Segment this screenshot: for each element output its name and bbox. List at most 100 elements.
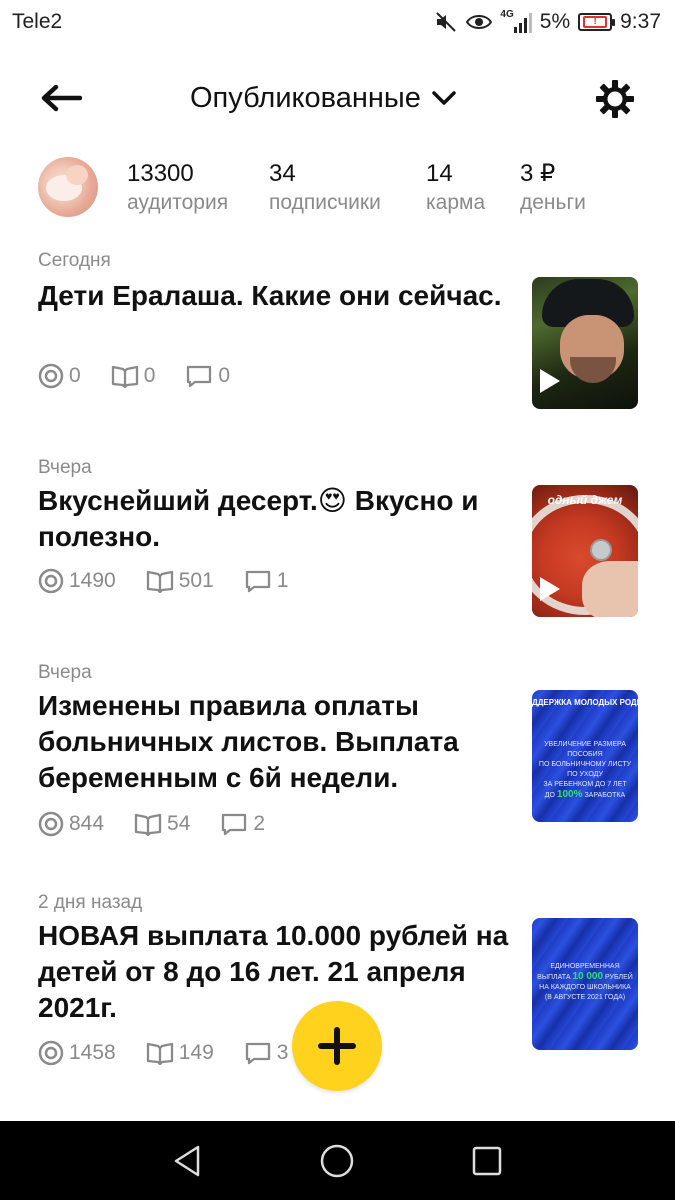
views-count: 0 xyxy=(69,364,81,387)
post-title: НОВАЯ выплата 10.000 рублей на детей от … xyxy=(38,920,509,1023)
post-date: 2 дня назад xyxy=(38,892,143,913)
comments-count: 0 xyxy=(218,364,231,387)
comment-icon xyxy=(245,570,270,593)
views-metric: 1458 xyxy=(38,1040,116,1066)
post-metrics: 844 54 2 xyxy=(38,810,295,838)
stat-subscribers[interactable]: 34 подписчики xyxy=(269,159,381,217)
post-thumbnail[interactable]: ЕДИНОВРЕМЕННАЯ ВЫПЛАТА 10 000 РУБЛЕЙ НА … xyxy=(532,918,638,1050)
status-icons: 4G 5% ! 9:37 xyxy=(434,8,661,36)
comments-count: 3 xyxy=(276,1041,289,1064)
nav-back-button[interactable] xyxy=(167,1141,207,1181)
thumbnail-caption: одный джем xyxy=(547,493,623,507)
stat-value: 14 xyxy=(426,160,453,187)
battery-percent: 5% xyxy=(539,10,571,33)
book-icon xyxy=(146,570,173,593)
play-icon xyxy=(540,369,560,393)
chevron-down-icon xyxy=(432,91,456,105)
back-button[interactable] xyxy=(38,80,84,116)
comments-metric: 1 xyxy=(244,569,289,593)
reads-count: 54 xyxy=(167,812,191,835)
reads-metric: 0 xyxy=(111,364,156,388)
views-metric: 844 xyxy=(38,811,104,837)
recents-square-icon xyxy=(472,1146,502,1176)
page-title: Опубликованные xyxy=(190,81,421,114)
comment-icon xyxy=(187,365,212,388)
home-circle-icon xyxy=(320,1144,354,1178)
post-date: Вчера xyxy=(38,457,92,478)
gear-icon xyxy=(596,80,634,118)
views-metric: 0 xyxy=(38,363,81,389)
stat-audience[interactable]: 13300 аудитория xyxy=(127,159,228,217)
views-icon xyxy=(38,363,64,389)
arrow-left-icon xyxy=(41,84,82,112)
stat-value: 13300 xyxy=(127,160,194,187)
post-thumbnail[interactable]: ДДЕРЖКА МОЛОДЫХ РОДИТЕ УВЕЛИЧЕНИЕ РАЗМЕР… xyxy=(532,690,638,822)
filter-dropdown[interactable]: Опубликованные xyxy=(190,78,457,118)
comment-icon xyxy=(222,813,247,836)
post-metrics: 1490 501 1 xyxy=(38,567,318,595)
system-nav-bar xyxy=(0,1121,675,1200)
carrier-name: Tele2 xyxy=(12,10,63,33)
book-icon xyxy=(111,365,138,388)
stat-karma[interactable]: 14 карма xyxy=(426,159,485,217)
views-icon xyxy=(38,568,64,594)
eye-icon xyxy=(466,15,493,29)
nav-home-button[interactable] xyxy=(317,1141,357,1181)
app-header: Опубликованные xyxy=(0,70,675,126)
profile-stats: 13300 аудитория 34 подписчики 14 карма 3… xyxy=(0,155,675,225)
stat-label: подписчики xyxy=(269,191,381,214)
thumbnail-text: ЕДИНОВРЕМЕННАЯ ВЫПЛАТА 10 000 РУБЛЕЙ НА … xyxy=(537,963,633,1001)
stat-label: карма xyxy=(426,191,486,214)
status-bar: Tele2 4G 5% ! 9:37 xyxy=(0,0,675,46)
settings-button[interactable] xyxy=(592,76,638,122)
post-date: Вчера xyxy=(38,662,92,683)
battery-icon: ! xyxy=(578,13,616,31)
stat-value: 3 ₽ xyxy=(520,160,556,187)
stat-value: 34 xyxy=(269,160,296,187)
reads-metric: 54 xyxy=(134,812,190,836)
network-type: 4G xyxy=(500,8,514,20)
reads-count: 501 xyxy=(178,569,214,592)
reads-metric: 501 xyxy=(146,569,214,593)
clock: 9:37 xyxy=(620,10,661,33)
plus-icon xyxy=(318,1027,356,1065)
views-count: 844 xyxy=(69,812,105,835)
thumbnail-text: УВЕЛИЧЕНИЕ РАЗМЕРА ПОСОБИЯ ПО БОЛЬНИЧНОМ… xyxy=(538,741,632,800)
comment-icon xyxy=(245,1042,270,1065)
post-metrics: 0 0 0 xyxy=(38,362,260,390)
stat-money[interactable]: 3 ₽ деньги xyxy=(520,159,586,217)
nav-recents-button[interactable] xyxy=(467,1141,507,1181)
views-icon xyxy=(38,1040,64,1066)
post-thumbnail[interactable] xyxy=(532,277,638,409)
comments-metric: 3 xyxy=(244,1041,289,1065)
mute-icon xyxy=(436,12,457,32)
signal-icon xyxy=(513,13,532,33)
comments-count: 1 xyxy=(276,569,289,592)
play-icon xyxy=(540,577,560,601)
post-title: Изменены правила оплаты больничных листо… xyxy=(38,690,459,793)
post-date: Сегодня xyxy=(38,250,111,271)
comments-count: 2 xyxy=(253,812,266,835)
create-post-button[interactable] xyxy=(292,1001,382,1091)
reads-metric: 149 xyxy=(146,1041,214,1065)
post-card[interactable]: Вчера Вкуснейший десерт.😍 Вкусно и полез… xyxy=(0,455,675,625)
post-title: Вкуснейший десерт.😍 Вкусно и полезно. xyxy=(38,485,479,552)
post-metrics: 1458 149 3 xyxy=(38,1039,318,1067)
thumbnail-heading: ДДЕРЖКА МОЛОДЫХ РОДИТЕ xyxy=(532,698,638,707)
views-metric: 1490 xyxy=(38,568,116,594)
book-icon xyxy=(134,813,162,836)
post-title: Дети Ералаша. Какие они сейчас. xyxy=(38,280,502,311)
stat-label: аудитория xyxy=(127,191,229,214)
post-thumbnail[interactable]: одный джем xyxy=(532,485,638,617)
book-icon xyxy=(146,1042,173,1065)
stat-label: деньги xyxy=(520,191,586,214)
post-card[interactable]: Сегодня Дети Ералаша. Какие они сейчас. … xyxy=(0,248,675,418)
views-count: 1458 xyxy=(69,1041,116,1064)
post-card[interactable]: Вчера Изменены правила оплаты больничных… xyxy=(0,660,675,860)
comments-metric: 2 xyxy=(220,812,265,836)
back-triangle-icon xyxy=(174,1145,200,1177)
avatar[interactable] xyxy=(38,157,98,217)
reads-count: 0 xyxy=(143,364,156,387)
comments-metric: 0 xyxy=(185,364,230,388)
views-count: 1490 xyxy=(69,569,116,592)
